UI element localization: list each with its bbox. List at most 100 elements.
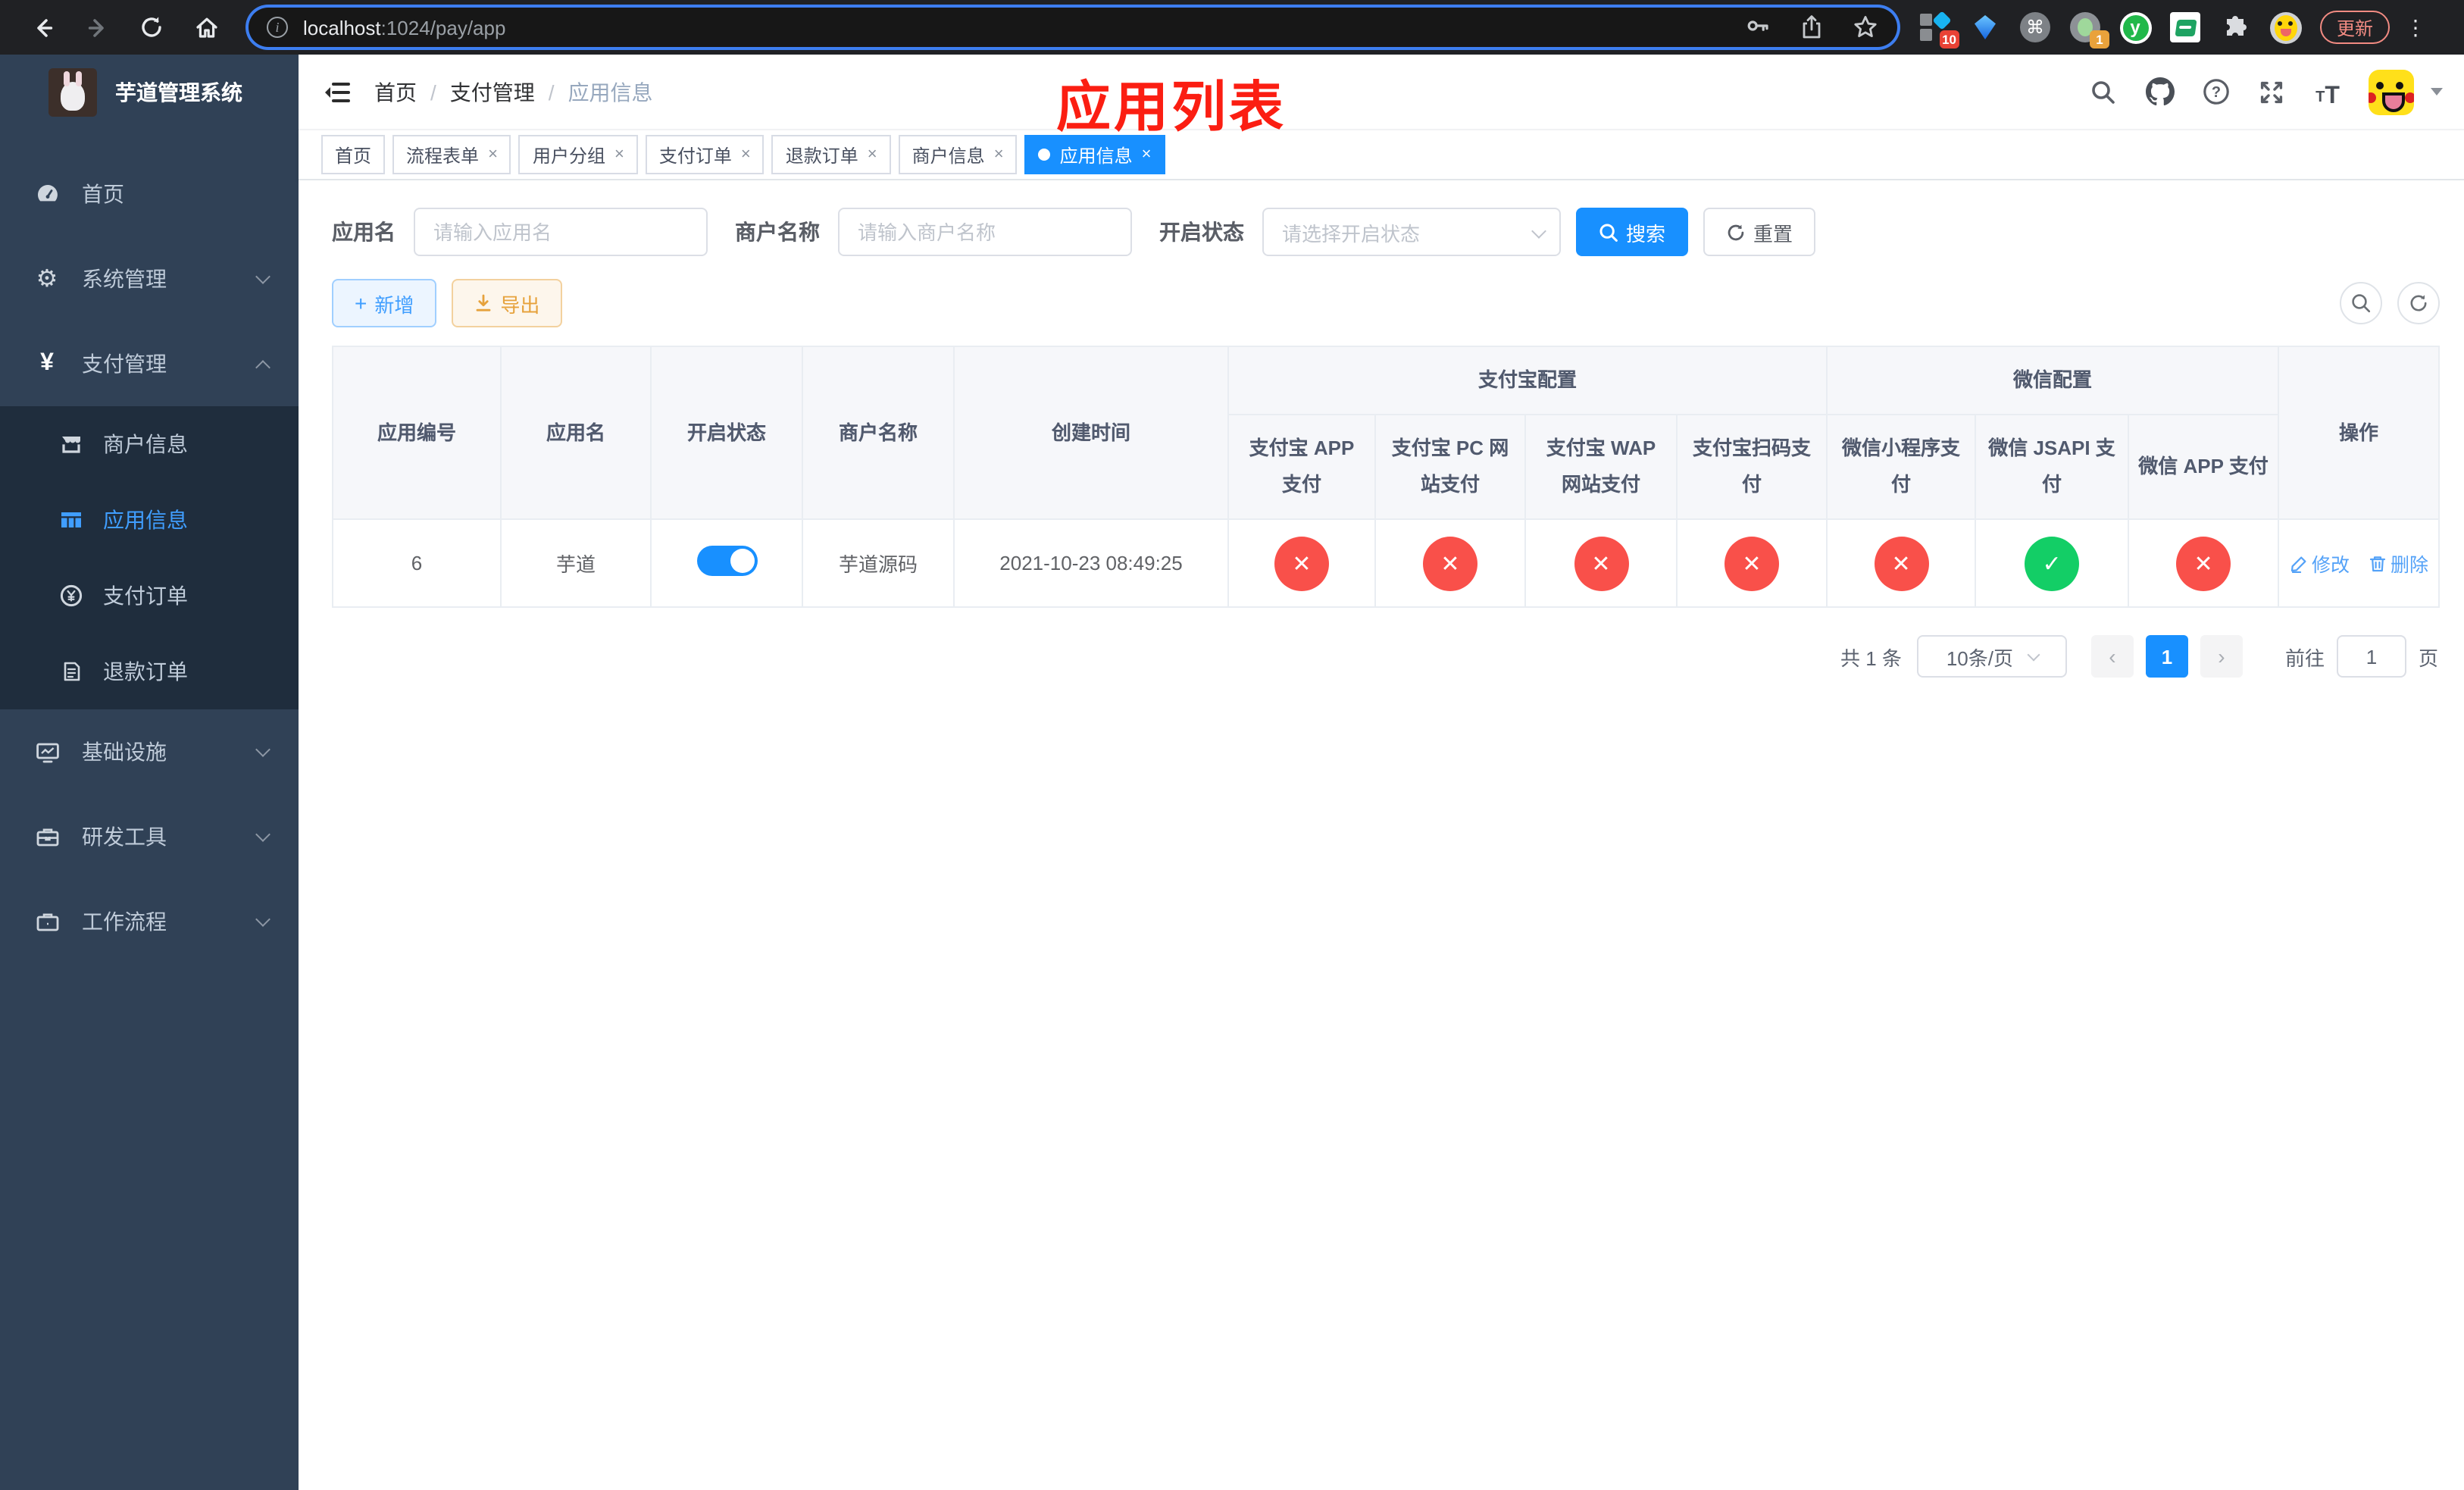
col-wechat-jsapi: 微信 JSAPI 支付 bbox=[1975, 414, 2130, 520]
download-icon bbox=[477, 294, 491, 311]
close-icon[interactable]: × bbox=[1142, 146, 1152, 164]
sidebar-item-infra[interactable]: 基础设施 bbox=[0, 709, 299, 794]
avatar[interactable] bbox=[2369, 69, 2414, 114]
refresh-button[interactable] bbox=[2397, 282, 2440, 324]
reset-button[interactable]: 重置 bbox=[1703, 208, 1816, 256]
gear-icon: ⚙ bbox=[36, 267, 58, 293]
sidebar-item-merchant-info[interactable]: 商户信息 bbox=[0, 406, 299, 482]
star-icon[interactable] bbox=[1852, 14, 1879, 41]
url-bar[interactable]: i localhost:1024/pay/app bbox=[249, 8, 1897, 47]
tag-user-group[interactable]: 用户分组 × bbox=[518, 135, 638, 174]
merchant-name-input[interactable] bbox=[838, 208, 1132, 256]
goto-page-input[interactable] bbox=[2336, 635, 2406, 678]
delete-button[interactable]: 删除 bbox=[2368, 549, 2428, 578]
sidebar-item-home[interactable]: 首页 bbox=[0, 152, 299, 236]
cell-merchant: 芋道源码 bbox=[802, 518, 955, 608]
extension-y-icon[interactable]: y bbox=[2118, 11, 2152, 44]
key-icon[interactable] bbox=[1744, 14, 1771, 41]
status-select[interactable]: 请选择开启状态 bbox=[1262, 208, 1561, 256]
page-size-select[interactable]: 10条/页 bbox=[1916, 635, 2067, 678]
sidebar-item-workflow[interactable]: 工作流程 bbox=[0, 879, 299, 964]
col-app-id: 应用编号 bbox=[332, 346, 502, 520]
info-icon[interactable]: i bbox=[267, 17, 288, 38]
wechat-app-status-icon[interactable] bbox=[2176, 536, 2231, 590]
puzzle-icon[interactable] bbox=[2219, 11, 2252, 44]
col-group-wechat: 微信配置 bbox=[1826, 346, 2280, 415]
forward-arrow-icon[interactable] bbox=[79, 9, 115, 45]
tag-merchant-info[interactable]: 商户信息 × bbox=[898, 135, 1018, 174]
goto-unit: 页 bbox=[2418, 646, 2438, 669]
chevron-down-icon bbox=[255, 269, 270, 284]
edit-button[interactable]: 修改 bbox=[2289, 549, 2350, 578]
breadcrumb-payment[interactable]: 支付管理 bbox=[450, 77, 535, 107]
tag-refund-order[interactable]: 退款订单 × bbox=[771, 135, 891, 174]
caret-down-icon[interactable] bbox=[2431, 88, 2443, 95]
export-button[interactable]: 导出 bbox=[452, 279, 563, 327]
wechat-jsapi-status-icon[interactable] bbox=[2025, 536, 2080, 590]
sidebar-item-payment[interactable]: ¥ 支付管理 bbox=[0, 321, 299, 406]
extension-gem-icon[interactable] bbox=[1968, 11, 2002, 44]
app-title: 芋道管理系统 bbox=[115, 80, 242, 105]
alipay-qr-status-icon[interactable] bbox=[1724, 536, 1779, 590]
url-text[interactable]: localhost:1024/pay/app bbox=[303, 16, 1744, 39]
extension-lens-icon[interactable]: 1 bbox=[2068, 11, 2109, 49]
search-button[interactable]: 搜索 bbox=[1576, 208, 1689, 256]
help-icon[interactable]: ? bbox=[2200, 77, 2231, 107]
extension-badge: 1 bbox=[2090, 30, 2109, 49]
fullscreen-icon[interactable] bbox=[2256, 77, 2287, 107]
close-icon[interactable]: × bbox=[614, 146, 624, 164]
extension-badge: 10 bbox=[1939, 30, 1959, 49]
sidebar-item-devtools[interactable]: 研发工具 bbox=[0, 794, 299, 879]
tag-pay-order[interactable]: 支付订单 × bbox=[645, 135, 765, 174]
alipay-app-status-icon[interactable] bbox=[1274, 536, 1329, 590]
grid-icon bbox=[58, 507, 83, 533]
extension-chat-icon[interactable] bbox=[2169, 11, 2202, 44]
font-size-icon[interactable]: TT bbox=[2312, 77, 2343, 108]
search-icon[interactable] bbox=[2088, 77, 2118, 107]
sidebar-logo[interactable]: 芋道管理系统 bbox=[0, 55, 299, 130]
sidebar-item-app-info[interactable]: 应用信息 bbox=[0, 482, 299, 558]
kebab-menu-icon[interactable]: ⋮ bbox=[2405, 16, 2426, 37]
tag-home[interactable]: 首页 bbox=[321, 135, 386, 174]
app-name-input[interactable] bbox=[414, 208, 708, 256]
alipay-pc-status-icon[interactable] bbox=[1423, 536, 1477, 590]
status-toggle[interactable] bbox=[696, 546, 757, 576]
add-button[interactable]: + 新增 bbox=[332, 279, 437, 327]
chrome-update-button[interactable]: 更新 bbox=[2320, 11, 2391, 44]
share-icon[interactable] bbox=[1799, 14, 1825, 41]
command-icon[interactable]: ⌘ bbox=[2018, 11, 2052, 44]
sidebar-item-system[interactable]: ⚙ 系统管理 bbox=[0, 236, 299, 321]
page-number-1[interactable]: 1 bbox=[2145, 635, 2188, 678]
profile-emoji-avatar[interactable] bbox=[2269, 11, 2302, 44]
home-icon[interactable] bbox=[188, 9, 224, 45]
extension-squares-icon[interactable]: 10 bbox=[1918, 11, 1959, 49]
next-page-button[interactable]: › bbox=[2200, 635, 2243, 678]
total-count: 共 1 条 bbox=[1840, 646, 1902, 669]
github-icon[interactable] bbox=[2144, 77, 2175, 107]
toggle-search-button[interactable] bbox=[2340, 282, 2382, 324]
alipay-wap-status-icon[interactable] bbox=[1574, 536, 1628, 590]
browser-toolbar: i localhost:1024/pay/app 10 ⌘ 1 y 更新 ⋮ bbox=[0, 0, 2464, 55]
wechat-mini-status-icon[interactable] bbox=[1874, 536, 1929, 590]
chevron-down-icon bbox=[2026, 648, 2040, 662]
pay-order-icon bbox=[58, 583, 83, 609]
close-icon[interactable]: × bbox=[994, 146, 1004, 164]
sidebar-item-refund-order[interactable]: 退款订单 bbox=[0, 634, 299, 709]
sidebar-collapse-icon[interactable] bbox=[320, 75, 353, 108]
toolbox-icon bbox=[33, 823, 61, 850]
tag-process-form[interactable]: 流程表单 × bbox=[392, 135, 511, 174]
breadcrumb: 首页 / 支付管理 / 应用信息 bbox=[374, 77, 653, 107]
col-alipay-wap: 支付宝 WAP 网站支付 bbox=[1524, 414, 1678, 520]
breadcrumb-home[interactable]: 首页 bbox=[374, 77, 417, 107]
close-icon[interactable]: × bbox=[741, 146, 751, 164]
chevron-down-icon bbox=[255, 827, 270, 842]
prev-page-button[interactable]: ‹ bbox=[2090, 635, 2134, 678]
close-icon[interactable]: × bbox=[868, 146, 877, 164]
table-row: 6 芋道 芋道源码 2021-10-23 08:49:25 ✕ ✕ ✕ ✕ ✕ … bbox=[332, 518, 2441, 608]
close-icon[interactable]: × bbox=[488, 146, 498, 164]
merchant-name-label: 商户名称 bbox=[735, 220, 820, 244]
breadcrumb-current: 应用信息 bbox=[568, 80, 653, 104]
back-arrow-icon[interactable] bbox=[24, 9, 61, 45]
sidebar-item-pay-order[interactable]: 支付订单 bbox=[0, 558, 299, 634]
reload-icon[interactable] bbox=[133, 9, 170, 45]
